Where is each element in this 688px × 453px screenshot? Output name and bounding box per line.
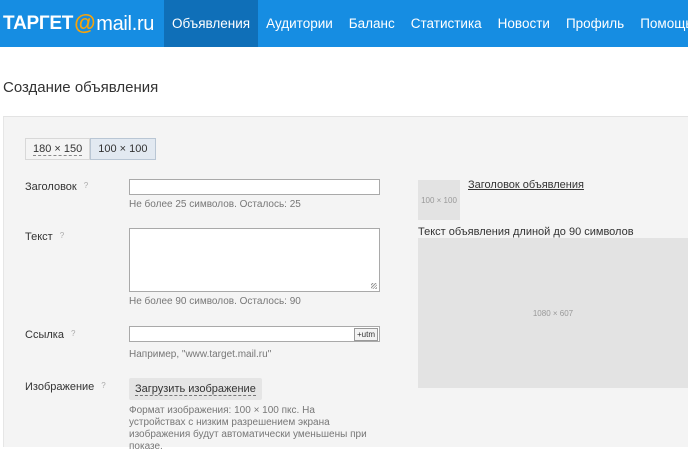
upload-image-button[interactable]: Загрузить изображение: [129, 378, 262, 400]
nav-item-news[interactable]: Новости: [490, 0, 558, 47]
nav-item-balance[interactable]: Баланс: [341, 0, 403, 47]
link-input[interactable]: +utm: [129, 326, 380, 342]
preview-large-image-size: 1080 × 607: [532, 308, 574, 318]
main-nav: Объявления Аудитории Баланс Статистика Н…: [164, 0, 688, 47]
text-hint: Не более 90 символов. Осталось: 90: [129, 296, 301, 307]
link-label-text: Ссылка: [25, 329, 64, 341]
preview-text: Текст объявления длиной до 90 символов: [418, 226, 634, 238]
image-help-icon[interactable]: ?: [101, 381, 105, 390]
page-title: Создание объявления: [3, 79, 159, 96]
tab-size-100x100-label: 100 × 100: [98, 143, 148, 155]
resize-grip-icon[interactable]: [371, 283, 377, 289]
preview-thumbnail: 100 × 100: [418, 180, 460, 220]
image-label: Изображение?: [25, 381, 106, 393]
title-input[interactable]: [129, 179, 380, 195]
tab-size-180x150-label: 180 × 150: [33, 143, 83, 156]
preview-title-link[interactable]: Заголовок объявления: [468, 179, 584, 191]
nav-item-statistics[interactable]: Статистика: [403, 0, 490, 47]
title-hint: Не более 25 символов. Осталось: 25: [129, 199, 301, 210]
tab-size-100x100[interactable]: 100 × 100: [90, 138, 156, 160]
link-hint: Например, "www.target.mail.ru": [129, 349, 272, 360]
preview-large-image: 1080 × 607: [418, 238, 688, 388]
link-help-icon[interactable]: ?: [71, 329, 75, 338]
link-label: Ссылка?: [25, 329, 75, 341]
title-label-text: Заголовок: [25, 181, 77, 193]
upload-image-button-label: Загрузить изображение: [135, 383, 256, 396]
size-tabs: 180 × 150 100 × 100: [25, 138, 156, 160]
image-hint: Формат изображения: 100 × 100 пкс. На ус…: [129, 405, 367, 452]
title-label: Заголовок?: [25, 181, 88, 193]
logo-domain: mail.ru: [96, 12, 155, 35]
text-label: Текст?: [25, 231, 64, 243]
logo-prefix: ТАРГЕТ: [3, 13, 74, 34]
text-textarea[interactable]: [129, 228, 380, 292]
tab-size-180x150[interactable]: 180 × 150: [25, 138, 91, 160]
nav-item-help[interactable]: Помощь: [632, 0, 688, 47]
nav-item-audiences[interactable]: Аудитории: [258, 0, 341, 47]
text-label-text: Текст: [25, 231, 53, 243]
title-help-icon[interactable]: ?: [84, 181, 88, 190]
image-label-text: Изображение: [25, 381, 95, 393]
preview-thumbnail-size: 100 × 100: [421, 195, 457, 205]
top-bar: ТАРГЕТ @ mail.ru Объявления Аудитории Бала…: [0, 0, 688, 47]
logo[interactable]: ТАРГЕТ @ mail.ru: [3, 10, 154, 38]
text-help-icon[interactable]: ?: [60, 231, 64, 240]
nav-item-ads[interactable]: Объявления: [164, 0, 259, 47]
nav-item-profile[interactable]: Профиль: [558, 0, 632, 47]
utm-button[interactable]: +utm: [353, 328, 378, 341]
logo-at-icon: @: [74, 10, 96, 35]
